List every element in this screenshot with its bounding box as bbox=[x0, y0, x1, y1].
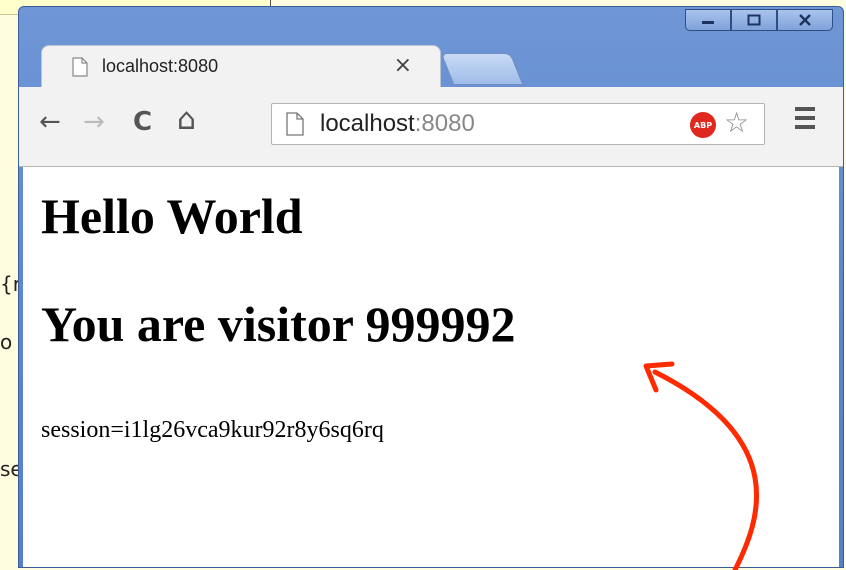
annotation-arrow bbox=[643, 361, 759, 570]
